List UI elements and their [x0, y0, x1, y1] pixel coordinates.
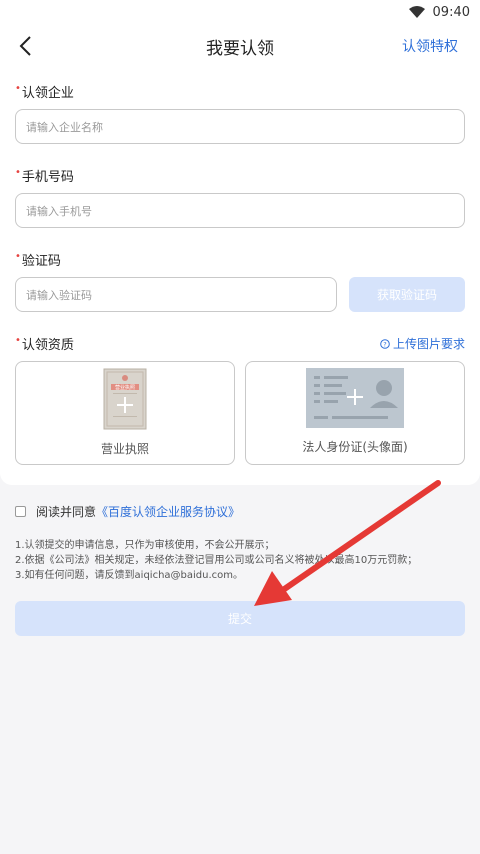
back-arrow-icon[interactable]	[16, 34, 36, 58]
claim-form: • 认领企业 请输入企业名称 • 手机号码 请输入手机号 • 验证码 请输入验证…	[0, 68, 480, 485]
company-name-input[interactable]: 请输入企业名称	[15, 109, 465, 144]
required-mark: •	[15, 335, 21, 346]
required-mark: •	[15, 83, 21, 94]
license-stamp-text: 营业执照	[115, 384, 135, 391]
note-item: 2.依据《公司法》相关规定，未经依法登记冒用公司或公司名义将被处以最高10万元罚…	[15, 555, 418, 566]
status-bar: 09:40	[0, 0, 480, 24]
id-card-icon	[306, 368, 404, 428]
notes: 1.认领提交的申请信息，只作为审核使用，不会公开展示； 2.依据《公司法》相关规…	[0, 520, 480, 583]
verification-code-placeholder: 请输入验证码	[26, 288, 92, 302]
id-card-label: 法人身份证(头像面)	[302, 440, 408, 454]
status-time: 09:40	[432, 4, 470, 20]
agreement-text: 阅读并同意	[36, 505, 97, 519]
business-license-icon: 营业执照	[103, 368, 147, 430]
company-label: • 认领企业	[15, 83, 74, 101]
business-license-label: 营业执照	[100, 442, 149, 456]
phone-label: • 手机号码	[15, 167, 74, 185]
claim-privileges-link[interactable]: 认领特权	[402, 36, 458, 56]
agreement-checkbox[interactable]	[15, 506, 26, 517]
business-license-upload[interactable]: 营业执照 营业执照	[15, 361, 235, 465]
id-card-upload[interactable]: 法人身份证(头像面)	[245, 361, 465, 465]
svg-text:?: ?	[383, 340, 386, 348]
note-item: 3.如有任何问题，请反馈到aiqicha@baidu.com。	[15, 570, 244, 581]
agreement-link[interactable]: 《百度认领企业服务协议》	[96, 505, 240, 519]
required-mark: •	[15, 251, 21, 262]
submit-button[interactable]: 提交	[15, 601, 465, 636]
image-requirements-link[interactable]: ? 上传图片要求	[380, 335, 465, 352]
verification-code-input[interactable]: 请输入验证码	[15, 277, 337, 312]
get-code-button[interactable]: 获取验证码	[349, 277, 465, 312]
qualification-label: • 认领资质	[15, 335, 74, 353]
company-name-placeholder: 请输入企业名称	[26, 120, 103, 134]
wifi-icon	[408, 6, 425, 18]
nav-bar: 我要认领 认领特权	[0, 24, 480, 68]
phone-placeholder: 请输入手机号	[26, 204, 92, 218]
page-title: 我要认领	[206, 38, 274, 59]
note-item: 1.认领提交的申请信息，只作为审核使用，不会公开展示；	[15, 540, 275, 551]
code-label: • 验证码	[15, 251, 61, 269]
help-circle-icon: ?	[380, 338, 390, 349]
agreement-row: 阅读并同意《百度认领企业服务协议》	[0, 485, 480, 520]
phone-input[interactable]: 请输入手机号	[15, 193, 465, 228]
required-mark: •	[15, 167, 21, 178]
